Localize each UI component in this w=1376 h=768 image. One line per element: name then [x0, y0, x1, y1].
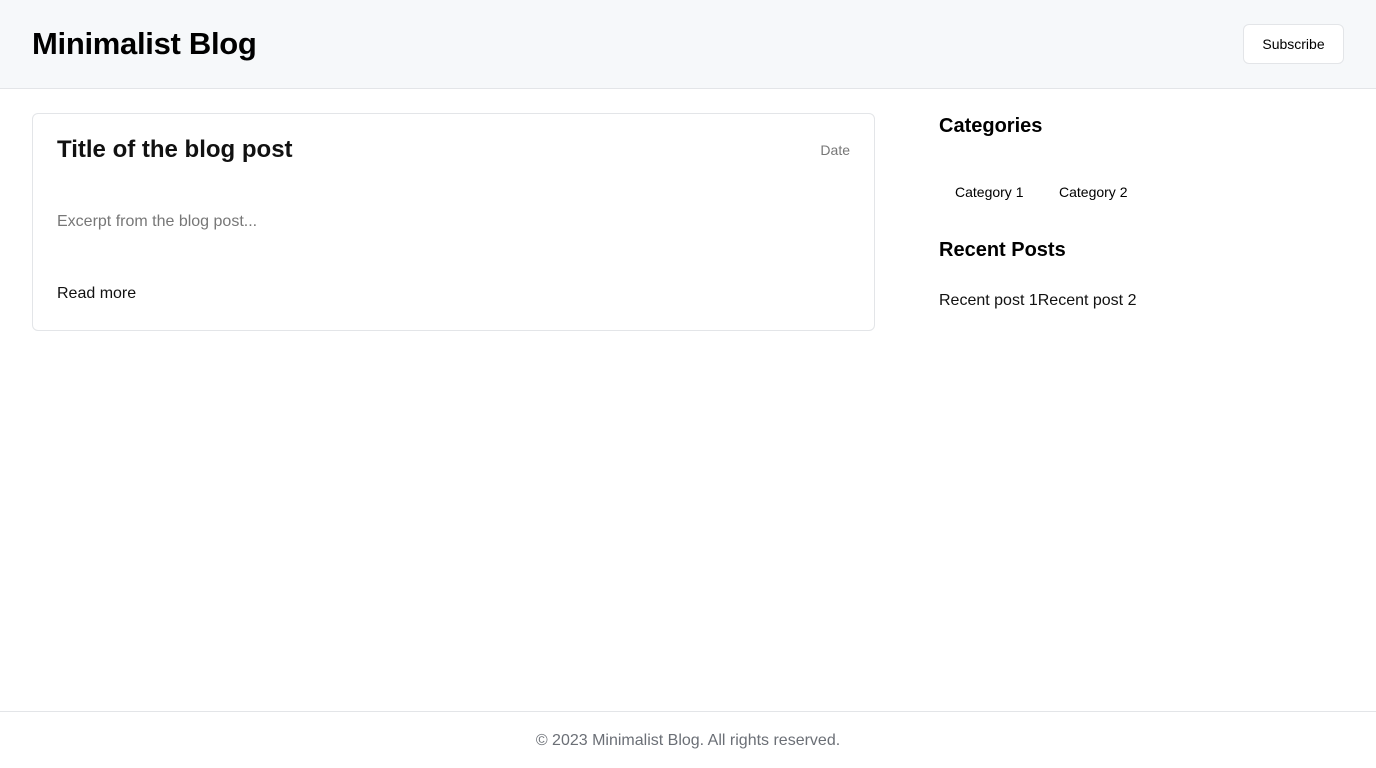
- category-link-1[interactable]: Category 1: [955, 184, 1023, 200]
- recent-posts-heading: Recent Posts: [939, 239, 1066, 261]
- site-title: Minimalist Blog: [32, 26, 257, 61]
- post-date: Date: [820, 142, 850, 158]
- post-title: Title of the blog post: [57, 136, 293, 163]
- recent-posts-list: Recent post 1Recent post 2: [939, 292, 1136, 310]
- site-header: Minimalist Blog Subscribe: [0, 0, 1376, 89]
- recent-post-link-1[interactable]: Recent post 1: [939, 292, 1038, 309]
- categories-heading: Categories: [939, 115, 1043, 137]
- subscribe-button[interactable]: Subscribe: [1243, 24, 1344, 64]
- category-link-2[interactable]: Category 2: [1059, 184, 1127, 200]
- post-excerpt: Excerpt from the blog post...: [57, 213, 258, 230]
- site-footer: © 2023 Minimalist Blog. All rights reser…: [0, 711, 1376, 768]
- copyright-text: © 2023 Minimalist Blog. All rights reser…: [535, 732, 841, 749]
- blog-post-card: Title of the blog post Date Excerpt from…: [32, 113, 875, 331]
- recent-post-link-2[interactable]: Recent post 2: [1038, 292, 1137, 309]
- read-more-link[interactable]: Read more: [57, 285, 136, 303]
